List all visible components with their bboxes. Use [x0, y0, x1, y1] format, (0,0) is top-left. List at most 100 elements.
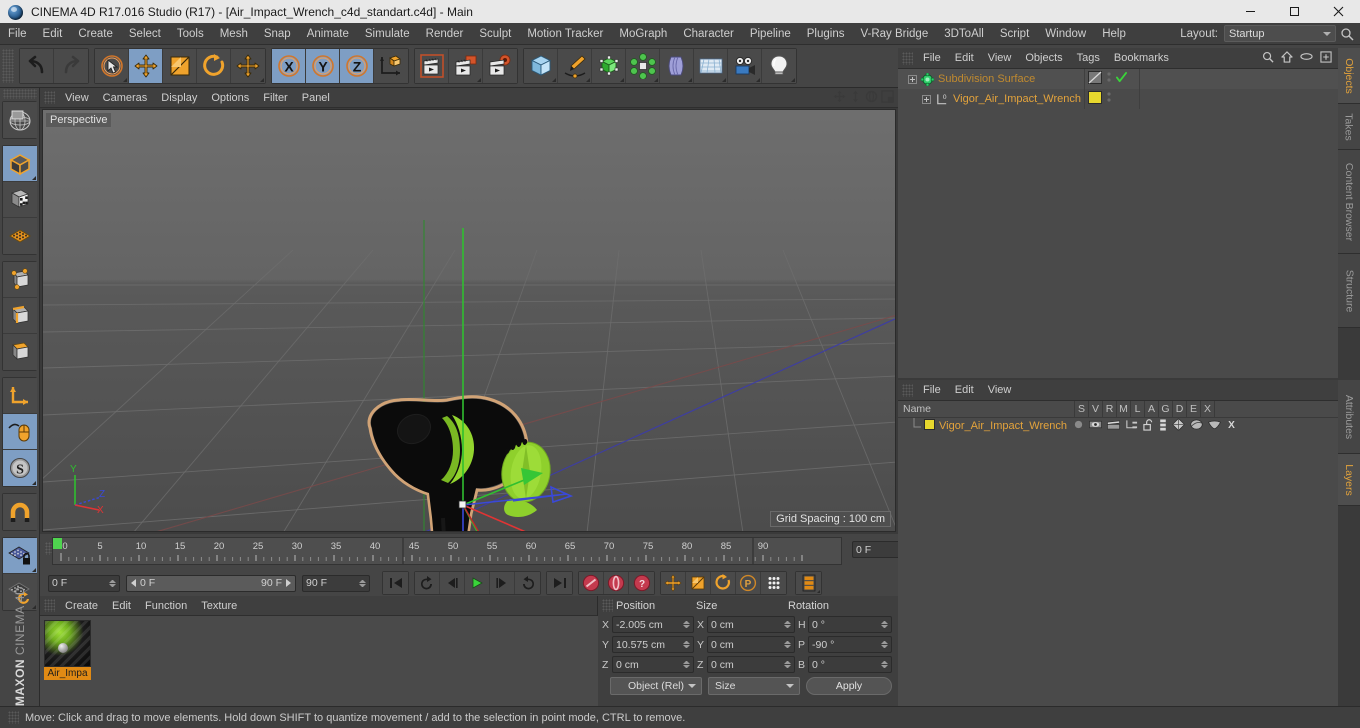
- coordinate-system-dropdown[interactable]: Object (Rel): [610, 676, 702, 695]
- render-view-button[interactable]: [415, 49, 449, 83]
- spinner-icon[interactable]: [881, 639, 888, 651]
- viewport-menu-view[interactable]: View: [58, 88, 96, 108]
- viewport-menu-display[interactable]: Display: [154, 88, 204, 108]
- menu-simulate[interactable]: Simulate: [357, 23, 418, 45]
- render-to-picture-viewer-button[interactable]: [449, 49, 483, 83]
- size-y-field[interactable]: 0 cm: [707, 636, 795, 653]
- scale-key-button[interactable]: [686, 572, 711, 594]
- object-row-subdivision-surface[interactable]: Subdivision Surface: [898, 69, 1338, 89]
- viewport-solo-button[interactable]: [3, 414, 37, 450]
- rotate-viewport-icon[interactable]: [865, 90, 878, 106]
- deformer-icon[interactable]: [1190, 418, 1203, 434]
- object-menu-file[interactable]: File: [916, 48, 948, 68]
- minimize-button[interactable]: [1228, 0, 1272, 23]
- texture-mode-button[interactable]: [3, 182, 37, 218]
- expand-collapse-icon[interactable]: [922, 94, 931, 104]
- spinner-icon[interactable]: [881, 619, 888, 631]
- autokeying-button[interactable]: [604, 572, 629, 594]
- new-layout-icon[interactable]: [1320, 50, 1332, 66]
- x-axis-lock[interactable]: X: [272, 49, 306, 83]
- search-icon[interactable]: [1262, 51, 1274, 66]
- layers-column-a[interactable]: A: [1144, 400, 1158, 418]
- layers-column-g[interactable]: G: [1158, 400, 1172, 418]
- workplane-mode-button[interactable]: [3, 218, 37, 254]
- spinner-icon[interactable]: [784, 619, 791, 631]
- menu-file[interactable]: File: [0, 23, 35, 45]
- layers-menu-edit[interactable]: Edit: [948, 380, 981, 400]
- position-key-button[interactable]: [661, 572, 686, 594]
- generator-icon[interactable]: [1171, 417, 1186, 434]
- enabled-check-icon[interactable]: [1116, 72, 1127, 86]
- rotate-tool[interactable]: [197, 49, 231, 83]
- size-x-field[interactable]: 0 cm: [707, 616, 795, 633]
- object-tree[interactable]: Subdivision Surface 0 Vigor_Air_Impact_W…: [898, 69, 1338, 378]
- layers-column-m[interactable]: M: [1116, 400, 1130, 418]
- menu-mesh[interactable]: Mesh: [212, 23, 256, 45]
- rotation-p-field[interactable]: -90 °: [808, 636, 892, 653]
- spinner-icon[interactable]: [784, 659, 791, 671]
- play-backwards-loop-button[interactable]: [415, 572, 440, 594]
- layers-column-d[interactable]: D: [1172, 400, 1186, 418]
- layers-column-s[interactable]: S: [1074, 400, 1088, 418]
- menu-render[interactable]: Render: [418, 23, 472, 45]
- pan-viewport-icon[interactable]: [833, 90, 846, 106]
- live-selection-tool[interactable]: [95, 49, 129, 83]
- position-y-field[interactable]: 10.575 cm: [612, 636, 694, 653]
- animation-layout-button[interactable]: [796, 572, 821, 594]
- soft-selection-button[interactable]: S: [3, 450, 37, 486]
- expand-collapse-icon[interactable]: [908, 74, 917, 84]
- layers-column-x[interactable]: X: [1200, 400, 1214, 418]
- tab-takes[interactable]: Takes: [1338, 104, 1360, 150]
- menu-vray-bridge[interactable]: V-Ray Bridge: [852, 23, 936, 45]
- spinner-icon[interactable]: [359, 577, 366, 589]
- add-light-button[interactable]: [762, 49, 796, 83]
- render-clapper-icon[interactable]: [1107, 419, 1120, 433]
- add-scene-object-button[interactable]: [694, 49, 728, 83]
- y-axis-lock[interactable]: Y: [306, 49, 340, 83]
- add-spline-button[interactable]: [558, 49, 592, 83]
- viewport-menu-grip[interactable]: [44, 91, 55, 104]
- point-level-animation-button[interactable]: [761, 572, 786, 594]
- viewport-menu-cameras[interactable]: Cameras: [96, 88, 155, 108]
- coordinates-grip[interactable]: [602, 599, 613, 612]
- rotation-b-field[interactable]: 0 °: [808, 656, 892, 673]
- model-mode-button[interactable]: [3, 146, 37, 182]
- viewport-menu-panel[interactable]: Panel: [295, 88, 337, 108]
- go-to-start-button[interactable]: [383, 572, 408, 594]
- object-menu-tags[interactable]: Tags: [1070, 48, 1107, 68]
- add-cube-object-button[interactable]: [524, 49, 558, 83]
- material-tag-icon[interactable]: [1088, 91, 1102, 107]
- spinner-icon[interactable]: [683, 639, 690, 651]
- rotation-h-field[interactable]: 0 °: [808, 616, 892, 633]
- spinner-icon[interactable]: [109, 577, 116, 589]
- left-toolbar-grip[interactable]: [2, 89, 37, 99]
- menu-window[interactable]: Window: [1037, 23, 1094, 45]
- size-z-field[interactable]: 0 cm: [707, 656, 795, 673]
- tab-structure[interactable]: Structure: [1338, 254, 1360, 328]
- layers-menu-grip[interactable]: [902, 383, 913, 397]
- end-frame-field[interactable]: 90 F: [302, 574, 370, 592]
- material-list[interactable]: Air_Impa: [40, 616, 598, 706]
- make-editable-button[interactable]: [3, 102, 37, 138]
- z-axis-lock[interactable]: Z: [340, 49, 374, 83]
- object-menu-edit[interactable]: Edit: [948, 48, 981, 68]
- object-manager-grip[interactable]: [902, 51, 913, 65]
- layers-column-l[interactable]: L: [1130, 400, 1144, 418]
- layers-list[interactable]: Vigor_Air_Impact_Wrench X: [898, 417, 1338, 728]
- menu-tools[interactable]: Tools: [169, 23, 212, 45]
- viewport-menu-filter[interactable]: Filter: [256, 88, 294, 108]
- tab-attributes[interactable]: Attributes: [1338, 380, 1360, 454]
- step-back-button[interactable]: [440, 572, 465, 594]
- scale-tool[interactable]: [163, 49, 197, 83]
- lock-open-icon[interactable]: [1143, 418, 1154, 434]
- layers-menu-file[interactable]: File: [916, 380, 948, 400]
- add-camera-button[interactable]: [728, 49, 762, 83]
- layers-column-r[interactable]: R: [1102, 400, 1116, 418]
- world-object-coord-toggle[interactable]: [374, 49, 408, 83]
- go-to-end-button[interactable]: [547, 572, 572, 594]
- position-z-field[interactable]: 0 cm: [612, 656, 694, 673]
- add-generator-button[interactable]: [592, 49, 626, 83]
- subdivision-tag-icon[interactable]: [1088, 71, 1102, 87]
- expression-icon[interactable]: [1207, 420, 1222, 433]
- view-eye-icon[interactable]: [1089, 419, 1102, 433]
